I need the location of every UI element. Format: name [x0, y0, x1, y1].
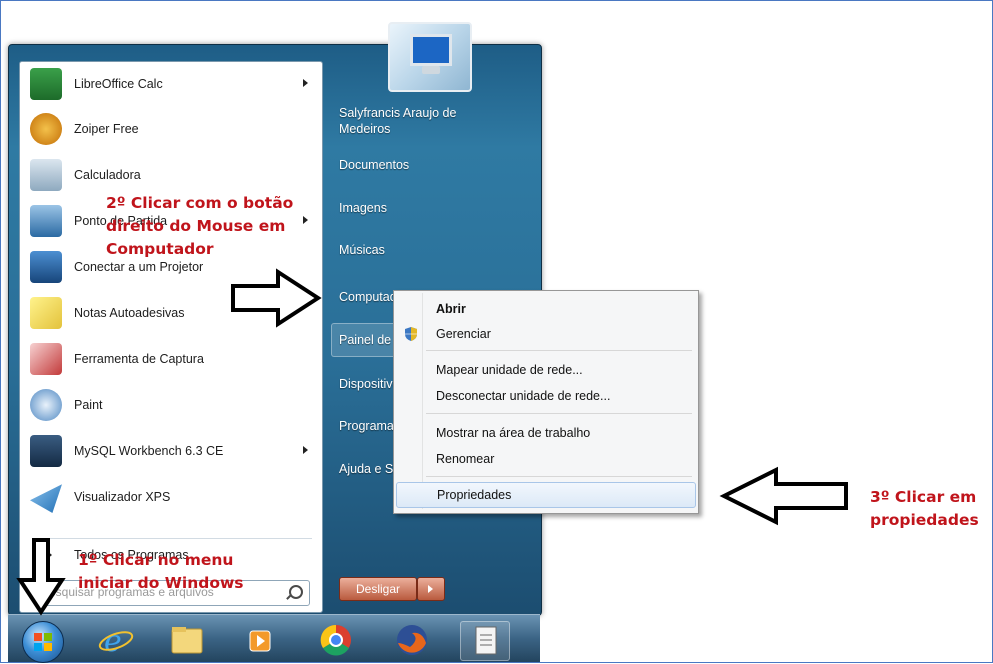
annotation-step-3: 3º Clicar em propiedades — [870, 488, 979, 529]
arrow-right-annotation-icon — [231, 268, 322, 328]
annotation-step-1: 1º Clicar no menu iniciar do Windows — [78, 551, 244, 592]
arrow-down-annotation-icon — [16, 538, 66, 616]
arrow-left-annotation-icon — [719, 466, 848, 526]
annotation-step-2: 2º Clicar com o botão direito do Mouse e… — [106, 194, 294, 258]
